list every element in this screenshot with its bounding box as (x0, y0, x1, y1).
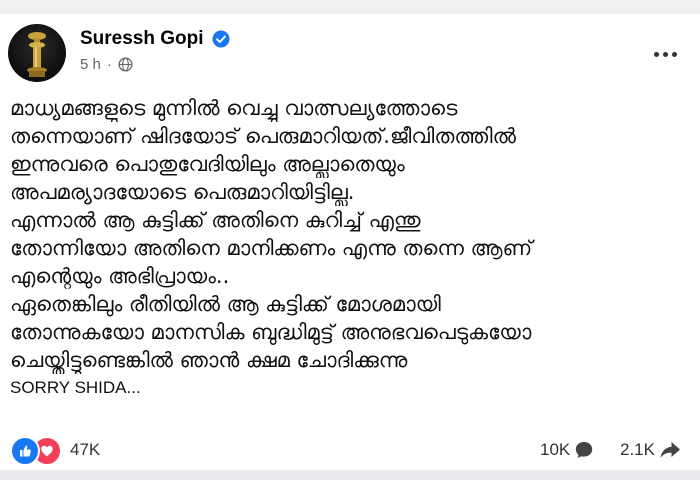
comment-count-button[interactable]: 10K (540, 440, 594, 460)
author-row: Suressh Gopi (80, 28, 230, 50)
share-count: 2.1K (620, 440, 655, 459)
reaction-count[interactable]: 47K (70, 440, 100, 460)
globe-icon (118, 57, 133, 72)
more-options-icon (653, 51, 659, 57)
post-line: എന്റെയും അഭിപ്രായം.. (10, 264, 230, 288)
post-line: തോന്നുകയോ മാനസിക ബുദ്ധിമുട്ട് അനുഭവപെടുക… (10, 320, 532, 344)
lamp-emblem-icon (27, 32, 47, 77)
top-background-strip (0, 0, 700, 14)
author-name[interactable]: Suressh Gopi (80, 28, 204, 50)
post-line: അപമര്യാദയോടെ പെരുമാറിയിട്ടില്ല. (10, 180, 355, 204)
comment-icon (576, 442, 593, 458)
post-line: ചെയ്തിട്ടുണ്ടെങ്കിൽ ഞാൻ ക്ഷമ ചോദിക്കുന്ന… (10, 348, 408, 372)
post-timestamp[interactable]: 5 h (80, 56, 101, 73)
author-avatar[interactable] (8, 24, 66, 82)
meta-separator: · (106, 56, 112, 73)
comment-count: 10K (540, 440, 571, 459)
bottom-background-strip (0, 470, 700, 480)
post-card: Suressh Gopi 5 h · മാധ്യമങ്ങളുടെ മുന്നിൽ… (0, 14, 700, 470)
post-body: മാധ്യമങ്ങളുടെ മുന്നിൽ വെച്ചു വാത്സല്യത്ത… (10, 94, 690, 402)
verified-badge-icon (212, 30, 230, 48)
share-icon (660, 442, 680, 458)
share-count-button[interactable]: 2.1K (620, 440, 681, 460)
more-options-dot (671, 51, 677, 57)
post-line: ഏതെങ്കിലും രീതിയിൽ ആ കുട്ടിക്ക് മോശമായി (10, 292, 441, 316)
post-line: ഇന്നുവരെ പൊതുവേദിയിലും അല്ലാതെയും (10, 152, 405, 176)
more-options-button[interactable] (648, 44, 682, 64)
post-meta: 5 h · (80, 56, 133, 73)
reaction-icons[interactable] (10, 436, 66, 466)
post-line: തന്നെയാണ് ഷിദയോട് പെരുമാറിയത്.ജീവിതത്തിൽ (10, 124, 517, 148)
more-options-dot (662, 51, 668, 57)
post-line: മാധ്യമങ്ങളുടെ മുന്നിൽ വെച്ചു വാത്സല്യത്ത… (10, 96, 458, 120)
like-icon (10, 436, 40, 466)
post-footer: 47K 10K 2.1K (0, 428, 700, 472)
post-line: തോന്നിയോ അതിനെ മാനിക്കണം എന്നു തന്നെ ആണ് (10, 236, 533, 260)
post-line: എന്നാൽ ആ കുട്ടിക്ക് അതിനെ കുറിച്ച് എന്തു (10, 208, 421, 232)
post-line: SORRY SHIDA... (10, 378, 141, 397)
